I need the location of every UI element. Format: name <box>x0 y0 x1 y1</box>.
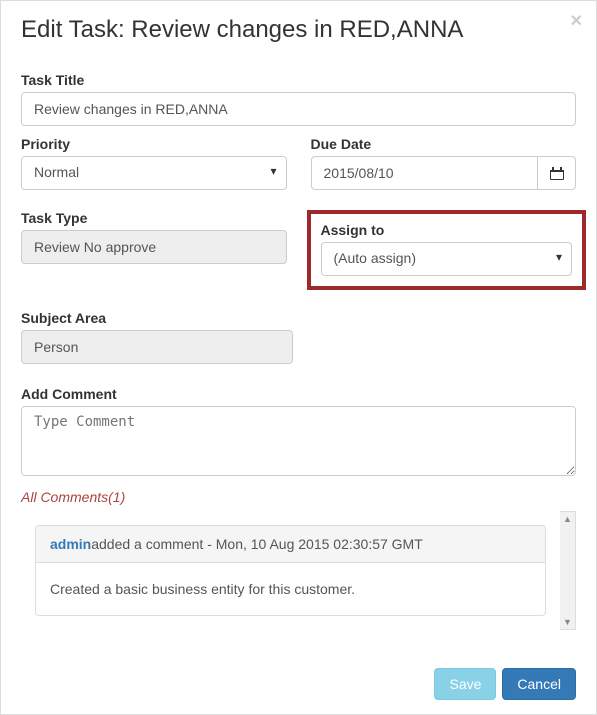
cancel-button[interactable]: Cancel <box>502 668 576 700</box>
comment-meta: added a comment - Mon, 10 Aug 2015 02:30… <box>91 536 423 552</box>
comments-count-label: All Comments(1) <box>21 489 576 505</box>
comments-scrollbar[interactable]: ▲ ▼ <box>560 511 576 630</box>
add-comment-textarea[interactable] <box>21 406 576 476</box>
calendar-icon <box>550 167 564 180</box>
assign-to-label: Assign to <box>321 222 573 238</box>
task-title-label: Task Title <box>21 72 576 88</box>
subject-area-input <box>21 330 293 364</box>
comment-user: admin <box>50 536 91 552</box>
task-type-label: Task Type <box>21 210 287 226</box>
comments-list: adminadded a comment - Mon, 10 Aug 2015 … <box>21 511 576 630</box>
due-date-input[interactable] <box>311 156 539 190</box>
add-comment-label: Add Comment <box>21 386 576 402</box>
scroll-down-icon: ▼ <box>563 617 572 627</box>
subject-area-label: Subject Area <box>21 310 293 326</box>
due-date-label: Due Date <box>311 136 577 152</box>
scroll-up-icon: ▲ <box>563 514 572 524</box>
assign-to-highlight: Assign to (Auto assign) <box>307 210 587 290</box>
task-type-input <box>21 230 287 264</box>
comment-item: adminadded a comment - Mon, 10 Aug 2015 … <box>35 525 546 616</box>
comment-body: Created a basic business entity for this… <box>36 563 545 615</box>
calendar-button[interactable] <box>538 156 576 190</box>
close-button[interactable]: × <box>570 11 582 31</box>
comment-heading: adminadded a comment - Mon, 10 Aug 2015 … <box>36 526 545 563</box>
priority-label: Priority <box>21 136 287 152</box>
task-title-input[interactable] <box>21 92 576 126</box>
modal-title: Edit Task: Review changes in RED,ANNA <box>21 16 576 44</box>
assign-to-select[interactable]: (Auto assign) <box>321 242 573 276</box>
save-button[interactable]: Save <box>434 668 496 700</box>
priority-select[interactable]: Normal <box>21 156 287 190</box>
